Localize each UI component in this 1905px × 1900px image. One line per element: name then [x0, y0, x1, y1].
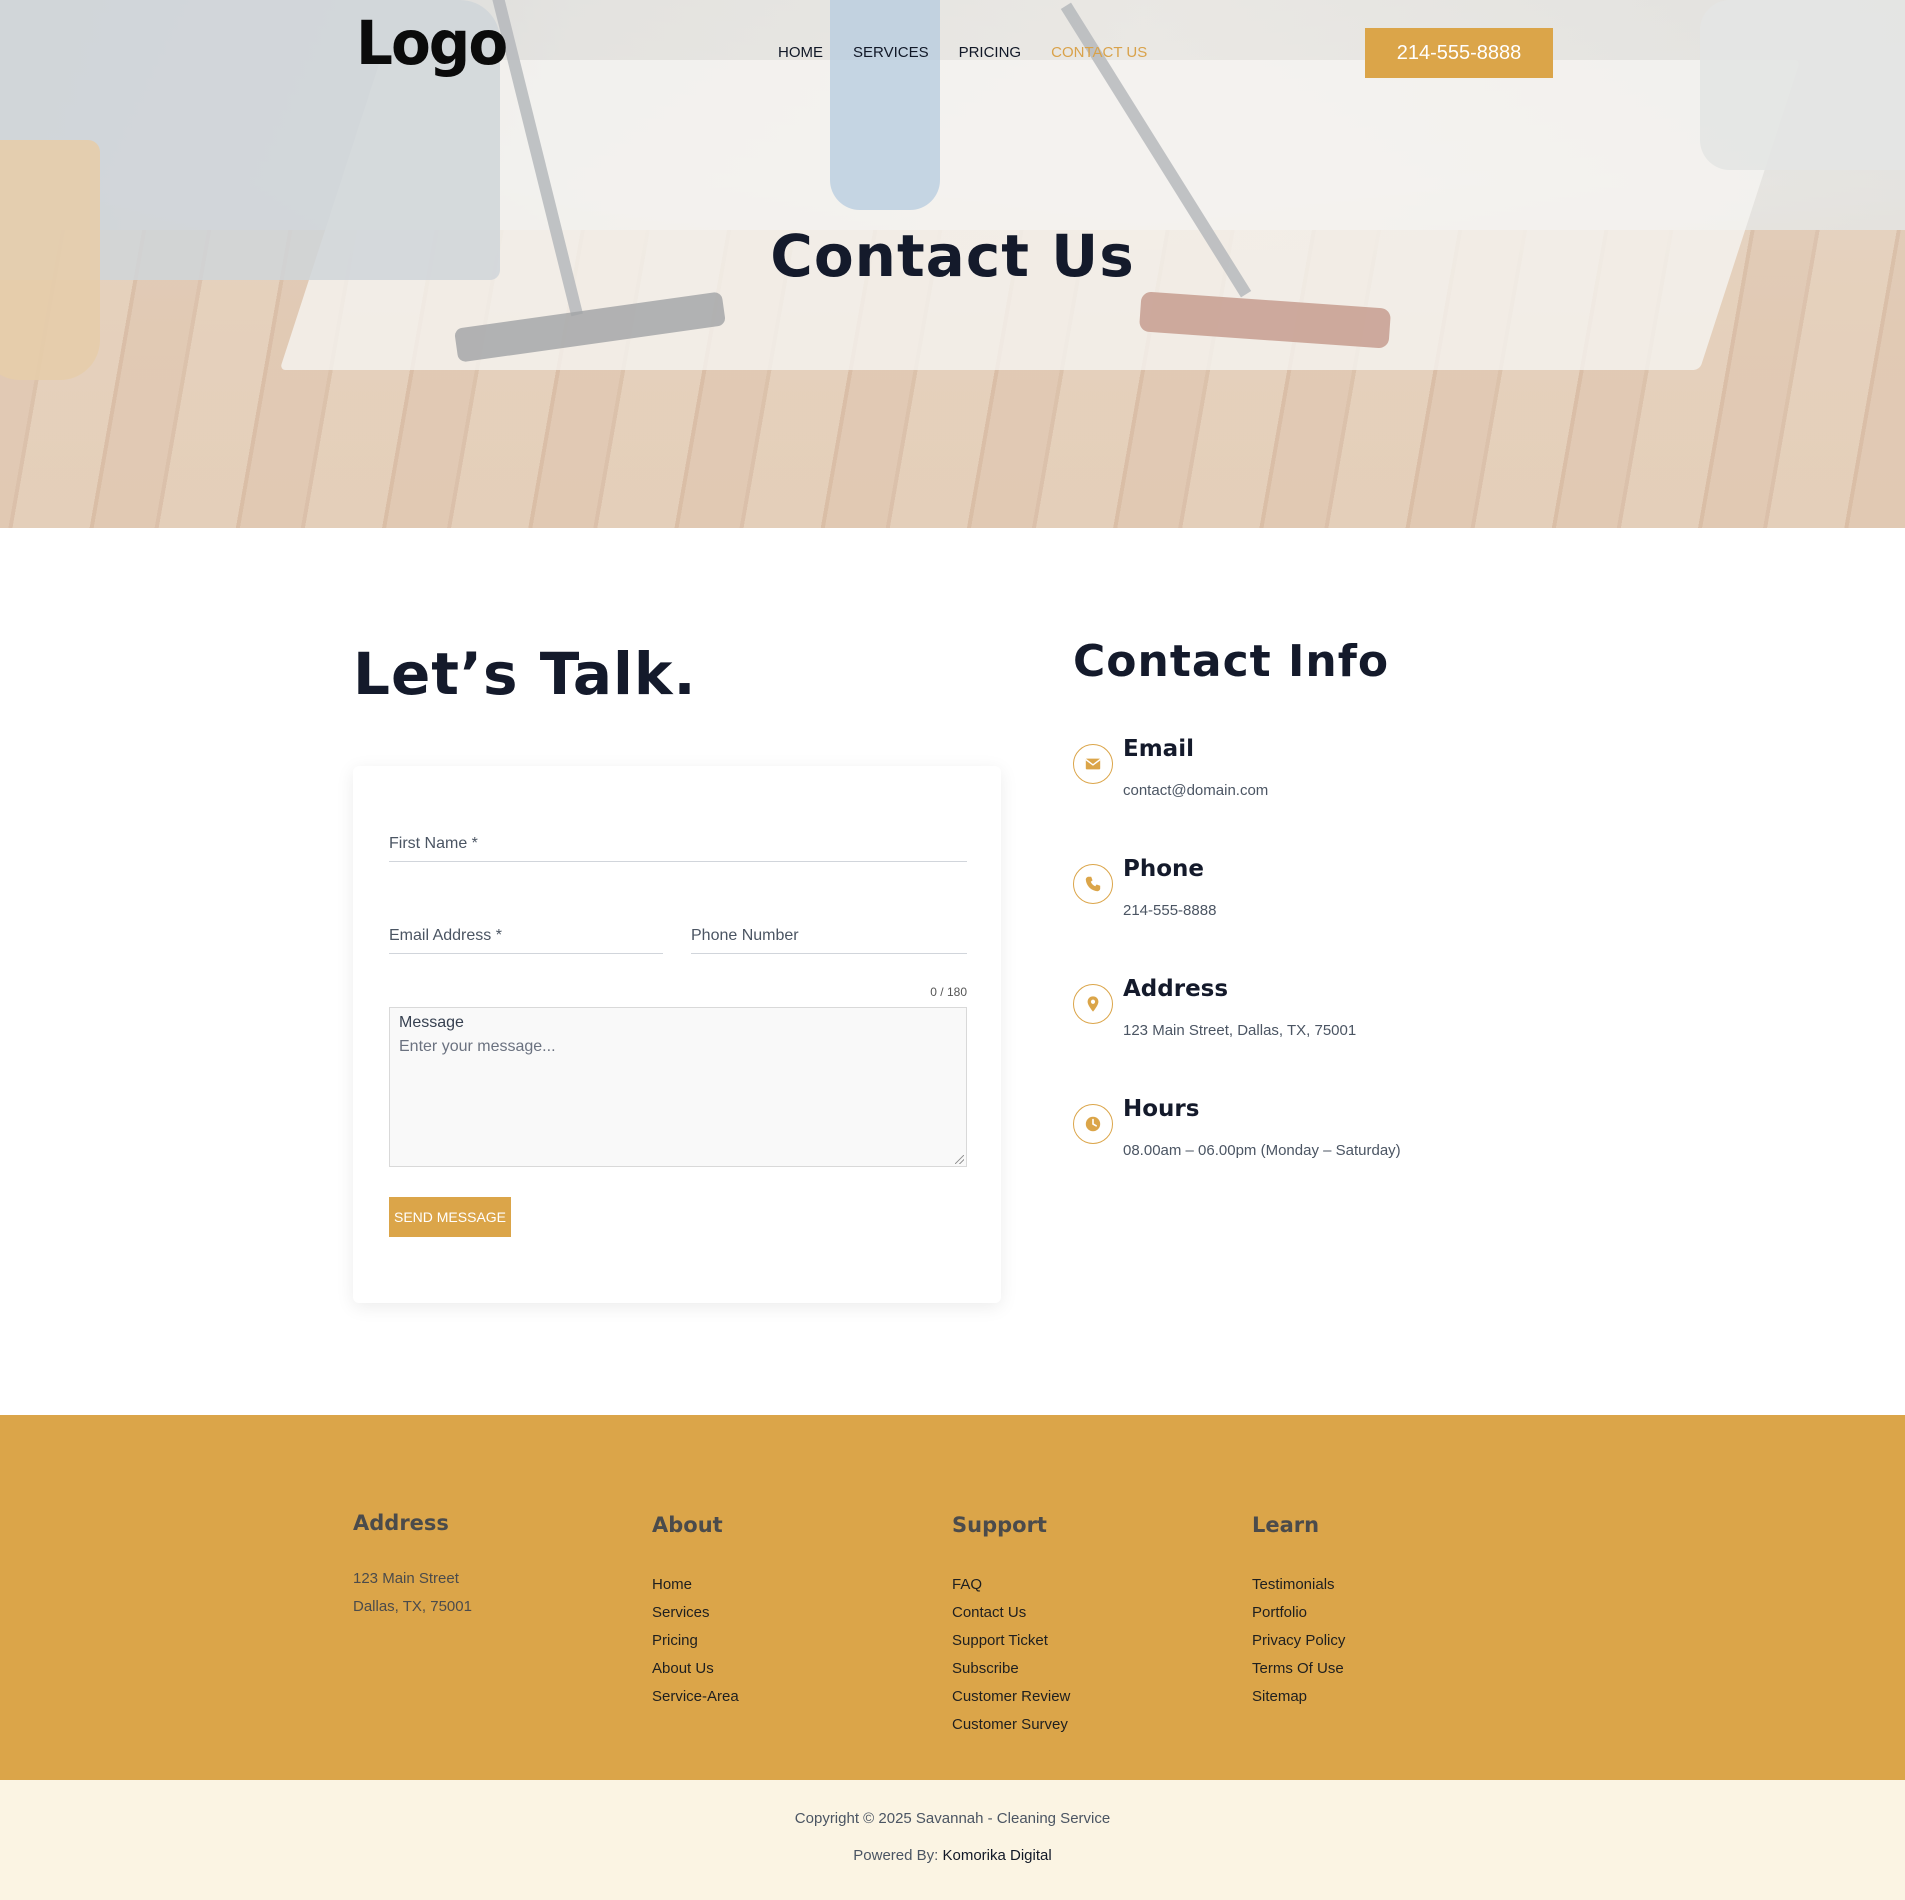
- powered-by-label: Powered By:: [853, 1847, 943, 1864]
- hours-heading: Hours: [1123, 1096, 1200, 1122]
- nav-home[interactable]: HOME: [778, 44, 823, 61]
- footer-link-faq[interactable]: FAQ: [952, 1571, 1070, 1599]
- copyright-bar: Copyright © 2025 Savannah - Cleaning Ser…: [0, 1780, 1905, 1900]
- send-message-button[interactable]: SEND MESSAGE: [389, 1197, 511, 1237]
- nav-pricing[interactable]: PRICING: [959, 44, 1022, 61]
- site-footer: Address 123 Main Street Dallas, TX, 7500…: [0, 1415, 1905, 1780]
- contact-info-address: Address 123 Main Street, Dallas, TX, 750…: [1073, 976, 1493, 1060]
- email-label: Email Address *: [389, 927, 502, 944]
- header-phone-button[interactable]: 214-555-8888: [1365, 28, 1553, 78]
- footer-about-links: Home Services Pricing About Us Service-A…: [652, 1571, 739, 1711]
- footer-link-terms-of-use[interactable]: Terms Of Use: [1252, 1655, 1345, 1683]
- footer-link-pricing[interactable]: Pricing: [652, 1627, 739, 1655]
- footer-about-heading: About: [652, 1513, 723, 1537]
- footer-link-customer-review[interactable]: Customer Review: [952, 1683, 1070, 1711]
- footer-address-line: Dallas, TX, 75001: [353, 1598, 472, 1615]
- address-heading: Address: [1123, 976, 1229, 1002]
- footer-learn-links: Testimonials Portfolio Privacy Policy Te…: [1252, 1571, 1345, 1711]
- email-field[interactable]: Email Address *: [389, 918, 663, 954]
- footer-link-home[interactable]: Home: [652, 1571, 739, 1599]
- email-heading: Email: [1123, 736, 1194, 762]
- contact-form: First Name * Email Address * Phone Numbe…: [353, 766, 1001, 1303]
- footer-address-text: 123 Main Street Dallas, TX, 75001: [353, 1565, 472, 1621]
- footer-link-portfolio[interactable]: Portfolio: [1252, 1599, 1345, 1627]
- footer-link-sitemap[interactable]: Sitemap: [1252, 1683, 1345, 1711]
- phone-field[interactable]: Phone Number: [691, 918, 967, 954]
- form-heading: Let’s Talk.: [353, 640, 697, 708]
- message-char-counter: 0 / 180: [930, 985, 967, 999]
- phone-heading: Phone: [1123, 856, 1205, 882]
- phone-label: Phone Number: [691, 927, 799, 944]
- copyright-text: Copyright © 2025 Savannah - Cleaning Ser…: [794, 1810, 1111, 1827]
- footer-support-links: FAQ Contact Us Support Ticket Subscribe …: [952, 1571, 1070, 1739]
- clock-icon: [1073, 1104, 1113, 1144]
- footer-support-heading: Support: [952, 1513, 1047, 1537]
- footer-address-heading: Address: [353, 1511, 449, 1535]
- footer-link-contact-us[interactable]: Contact Us: [952, 1599, 1070, 1627]
- hours-value: 08.00am – 06.00pm (Monday – Saturday): [1123, 1142, 1401, 1159]
- powered-by-link[interactable]: Komorika Digital: [943, 1847, 1052, 1864]
- hero-banner: Logo HOME SERVICES PRICING CONTACT US 21…: [0, 0, 1905, 528]
- nav-contact-us[interactable]: CONTACT US: [1051, 44, 1147, 61]
- phone-icon: [1073, 864, 1113, 904]
- email-value[interactable]: contact@domain.com: [1123, 782, 1268, 799]
- footer-link-privacy-policy[interactable]: Privacy Policy: [1252, 1627, 1345, 1655]
- footer-link-service-area[interactable]: Service-Area: [652, 1683, 739, 1711]
- contact-info-heading: Contact Info: [1073, 636, 1390, 687]
- main-nav: HOME SERVICES PRICING CONTACT US: [778, 44, 1147, 61]
- message-placeholder: Enter your message...: [399, 1038, 556, 1055]
- contact-info-phone: Phone 214-555-8888: [1073, 856, 1493, 940]
- footer-address-line: 123 Main Street: [353, 1570, 459, 1587]
- message-textarea[interactable]: Message Enter your message...: [389, 1007, 967, 1167]
- footer-link-customer-survey[interactable]: Customer Survey: [952, 1711, 1070, 1739]
- nav-services[interactable]: SERVICES: [853, 44, 929, 61]
- footer-link-subscribe[interactable]: Subscribe: [952, 1655, 1070, 1683]
- footer-link-services[interactable]: Services: [652, 1599, 739, 1627]
- powered-by: Powered By: Komorika Digital: [0, 1847, 1905, 1864]
- map-pin-icon: [1073, 984, 1113, 1024]
- footer-link-about-us[interactable]: About Us: [652, 1655, 739, 1683]
- address-value: 123 Main Street, Dallas, TX, 75001: [1123, 1022, 1357, 1039]
- resize-handle-icon[interactable]: [955, 1155, 964, 1164]
- site-logo[interactable]: Logo: [356, 13, 508, 74]
- phone-value[interactable]: 214-555-8888: [1123, 902, 1216, 919]
- first-name-label: First Name *: [389, 835, 478, 852]
- first-name-field[interactable]: First Name *: [389, 826, 967, 862]
- message-label: Message: [399, 1014, 464, 1031]
- contact-info-hours: Hours 08.00am – 06.00pm (Monday – Saturd…: [1073, 1096, 1493, 1180]
- footer-learn-heading: Learn: [1252, 1513, 1320, 1537]
- contact-info-email: Email contact@domain.com: [1073, 736, 1493, 820]
- footer-link-support-ticket[interactable]: Support Ticket: [952, 1627, 1070, 1655]
- footer-link-testimonials[interactable]: Testimonials: [1252, 1571, 1345, 1599]
- page-title: Contact Us: [770, 222, 1135, 290]
- envelope-icon: [1073, 744, 1113, 784]
